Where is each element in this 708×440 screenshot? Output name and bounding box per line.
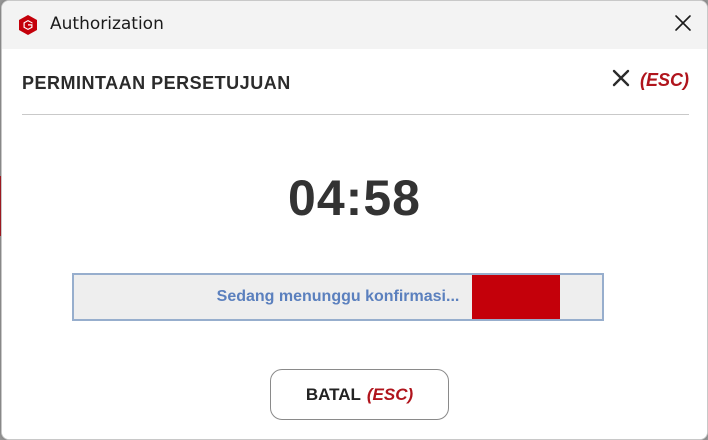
dialog-heading: PERMINTAAN PERSETUJUAN xyxy=(22,73,291,93)
window-close-button[interactable] xyxy=(665,7,701,43)
cancel-button-shortcut: (ESC) xyxy=(366,384,414,404)
cancel-button[interactable]: BATAL (ESC) xyxy=(270,369,449,420)
dialog-content: PERMINTAAN PERSETUJUAN (ESC) 04:58 Sedan… xyxy=(2,49,707,439)
close-shortcut-label: (ESC) xyxy=(640,70,689,90)
waiting-progress-bar: Sedang menunggu konfirmasi... xyxy=(72,273,604,321)
authorization-window: Authorization PERMINTAAN PERSETUJUAN (ES… xyxy=(1,0,708,440)
progress-status-text: Sedang menunggu konfirmasi... xyxy=(216,288,460,305)
close-icon xyxy=(674,14,692,37)
dialog-close-button[interactable]: (ESC) xyxy=(612,69,689,92)
cancel-button-label: BATAL xyxy=(305,384,361,404)
countdown-timer: 04:58 xyxy=(288,170,421,226)
window-title: Authorization xyxy=(50,14,164,34)
close-x-icon xyxy=(612,69,630,92)
hexagon-logo-icon xyxy=(17,14,39,36)
title-bar: Authorization xyxy=(2,1,707,49)
heading-divider xyxy=(22,114,689,115)
